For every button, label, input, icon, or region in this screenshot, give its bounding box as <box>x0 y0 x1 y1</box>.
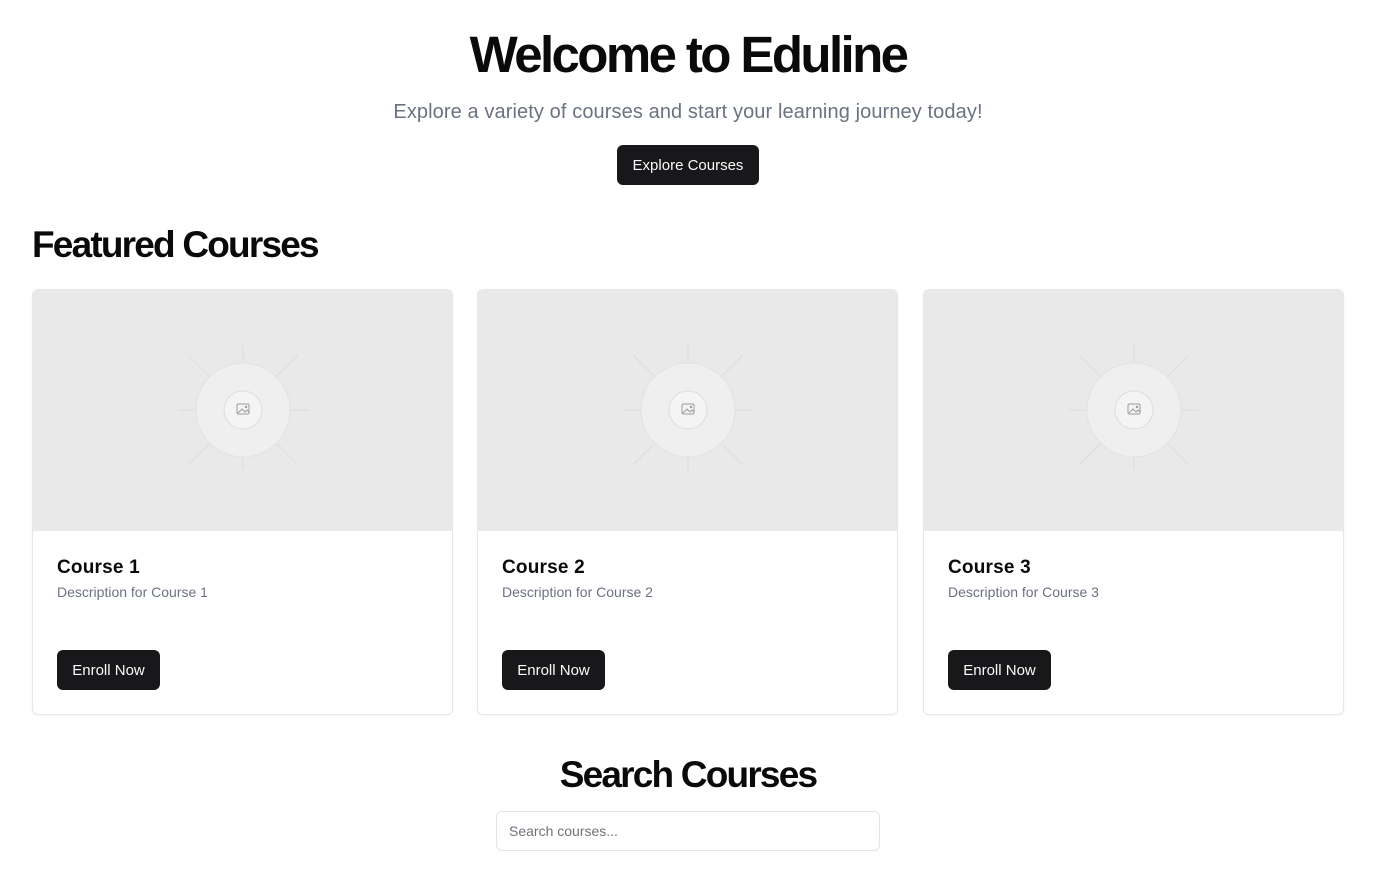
page-title: Welcome to Eduline <box>469 26 909 83</box>
course-title: Course 3 <box>948 557 1031 578</box>
search-input[interactable] <box>496 811 880 851</box>
enroll-now-button[interactable]: Enroll Now <box>948 650 1051 690</box>
image-placeholder-icon <box>623 345 753 470</box>
course-image-placeholder <box>478 290 897 531</box>
course-title: Course 2 <box>502 557 585 578</box>
course-description: Description for Course 2 <box>502 584 653 600</box>
image-placeholder-icon <box>178 345 308 470</box>
course-description: Description for Course 1 <box>57 584 208 600</box>
explore-courses-button[interactable]: Explore Courses <box>617 145 759 185</box>
search-courses-heading: Search Courses <box>559 754 818 795</box>
enroll-now-button[interactable]: Enroll Now <box>502 650 605 690</box>
course-title: Course 1 <box>57 557 140 578</box>
enroll-now-button[interactable]: Enroll Now <box>57 650 160 690</box>
course-description: Description for Course 3 <box>948 584 1099 600</box>
image-placeholder-icon <box>1069 345 1199 470</box>
course-card: Course 1 Description for Course 1 Enroll… <box>32 289 453 715</box>
course-card: Course 2 Description for Course 2 Enroll… <box>477 289 898 715</box>
featured-courses-heading: Featured Courses <box>32 224 320 265</box>
course-image-placeholder <box>924 290 1343 531</box>
course-card: Course 3 Description for Course 3 Enroll… <box>923 289 1344 715</box>
hero-subtitle: Explore a variety of courses and start y… <box>393 101 983 123</box>
page: Welcome to Eduline Explore a variety of … <box>0 0 1376 883</box>
course-image-placeholder <box>33 290 452 531</box>
